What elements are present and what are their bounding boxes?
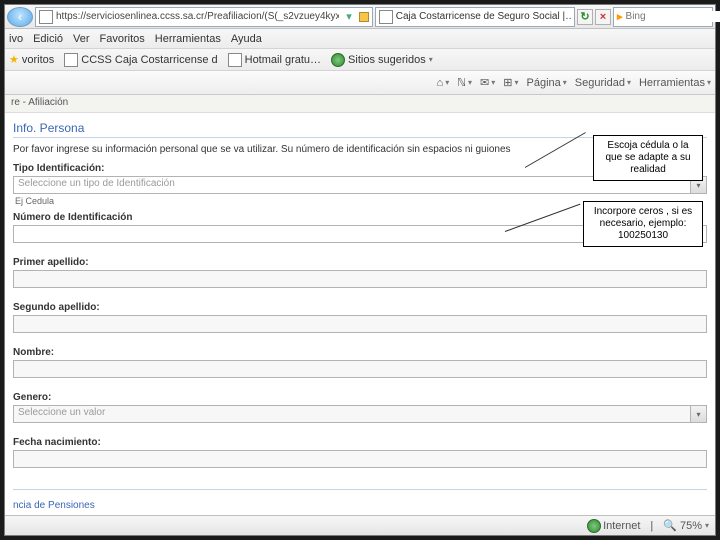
star-icon: ★	[9, 53, 19, 66]
genero-label: Genero:	[13, 392, 707, 403]
menu-ayuda[interactable]: Ayuda	[231, 33, 262, 45]
zoom-control[interactable]: 🔍75%▾	[663, 519, 709, 532]
chevron-down-icon[interactable]: ▾	[690, 406, 706, 422]
page-icon	[228, 53, 242, 67]
status-bar: Internet | 🔍75%▾	[5, 515, 715, 535]
print-icon: ⊞	[503, 76, 512, 89]
search-box[interactable]: ▸	[613, 7, 713, 27]
rss-button[interactable]: ℕ▾	[457, 76, 472, 89]
zone-indicator[interactable]: Internet	[587, 519, 640, 533]
globe-icon	[331, 53, 345, 67]
fav-hotmail[interactable]: Hotmail gratu…	[228, 53, 321, 67]
apellido2-label: Segundo apellido:	[13, 302, 707, 313]
lock-icon	[359, 12, 369, 22]
address-bar: ‹ ▾ Caja Costarricense de Seguro Social …	[5, 5, 715, 29]
menu-ver[interactable]: Ver	[73, 33, 90, 45]
nombre-label: Nombre:	[13, 347, 707, 358]
mail-icon: ✉	[480, 76, 489, 89]
command-bar: ⌂▾ ℕ▾ ✉▾ ⊞▾ Página▾ Seguridad▾ Herramien…	[5, 71, 715, 95]
page-icon	[64, 53, 78, 67]
herramientas-menu[interactable]: Herramientas▾	[639, 77, 711, 89]
callout-ceros: Incorpore ceros , si es necesario, ejemp…	[583, 201, 703, 247]
page-title: Caja Costarricense de Seguro Social |…	[396, 11, 571, 22]
favorites-bar: ★voritos CCSS Caja Costarricense d Hotma…	[5, 49, 715, 71]
search-input[interactable]	[626, 11, 720, 22]
apellido2-input[interactable]	[13, 315, 707, 333]
menu-bar: ivo Edició Ver Favoritos Herramientas Ay…	[5, 29, 715, 49]
fav-ccss[interactable]: CCSS Caja Costarricense d	[64, 53, 217, 67]
fav-sitios[interactable]: Sitios sugeridos▾	[331, 53, 433, 67]
tab-label: re - Afiliación	[5, 95, 715, 113]
page-icon	[39, 10, 53, 24]
url-input[interactable]	[56, 11, 339, 22]
back-button[interactable]: ‹	[7, 7, 33, 27]
apellido1-label: Primer apellido:	[13, 257, 707, 268]
nombre-input[interactable]	[13, 360, 707, 378]
fecha-label: Fecha nacimiento:	[13, 437, 707, 448]
fecha-input[interactable]	[13, 450, 707, 468]
refresh-button[interactable]: ↻	[577, 9, 593, 25]
section-divider	[13, 483, 707, 495]
genero-placeholder: Seleccione un valor	[18, 407, 105, 418]
favicon	[379, 10, 393, 24]
genero-select[interactable]: Seleccione un valor ▾	[13, 405, 707, 423]
menu-edicion[interactable]: Edició	[33, 33, 63, 45]
apellido1-input[interactable]	[13, 270, 707, 288]
favorites-button[interactable]: ★voritos	[9, 53, 54, 66]
url-box[interactable]: ▾	[35, 7, 373, 27]
menu-favoritos[interactable]: Favoritos	[100, 33, 145, 45]
pagina-menu[interactable]: Página▾	[527, 77, 567, 89]
stop-button[interactable]: ×	[595, 9, 611, 25]
globe-icon	[587, 519, 601, 533]
url-dropdown-icon[interactable]: ▾	[342, 10, 356, 23]
home-button[interactable]: ⌂▾	[437, 77, 450, 89]
mail-button[interactable]: ✉▾	[480, 76, 495, 89]
page-title-box: Caja Costarricense de Seguro Social |…	[375, 7, 575, 27]
menu-herramientas[interactable]: Herramientas	[155, 33, 221, 45]
tipo-placeholder: Seleccione un tipo de Identificación	[18, 178, 175, 189]
print-button[interactable]: ⊞▾	[503, 76, 518, 89]
magnify-icon: 🔍	[663, 519, 677, 532]
callout-cedula: Escoja cédula o la que se adapte a su re…	[593, 135, 703, 181]
home-icon: ⌂	[437, 77, 444, 89]
page-content: Info. Persona Por favor ingrese su infor…	[5, 113, 715, 535]
seguridad-menu[interactable]: Seguridad▾	[575, 77, 631, 89]
menu-archivo[interactable]: ivo	[9, 33, 23, 45]
rss-icon: ℕ	[457, 76, 466, 89]
footer-text: ncia de Pensiones	[13, 500, 95, 511]
section-title: Info. Persona	[13, 121, 707, 135]
bing-icon: ▸	[617, 10, 623, 23]
browser-window: ‹ ▾ Caja Costarricense de Seguro Social …	[4, 4, 716, 536]
